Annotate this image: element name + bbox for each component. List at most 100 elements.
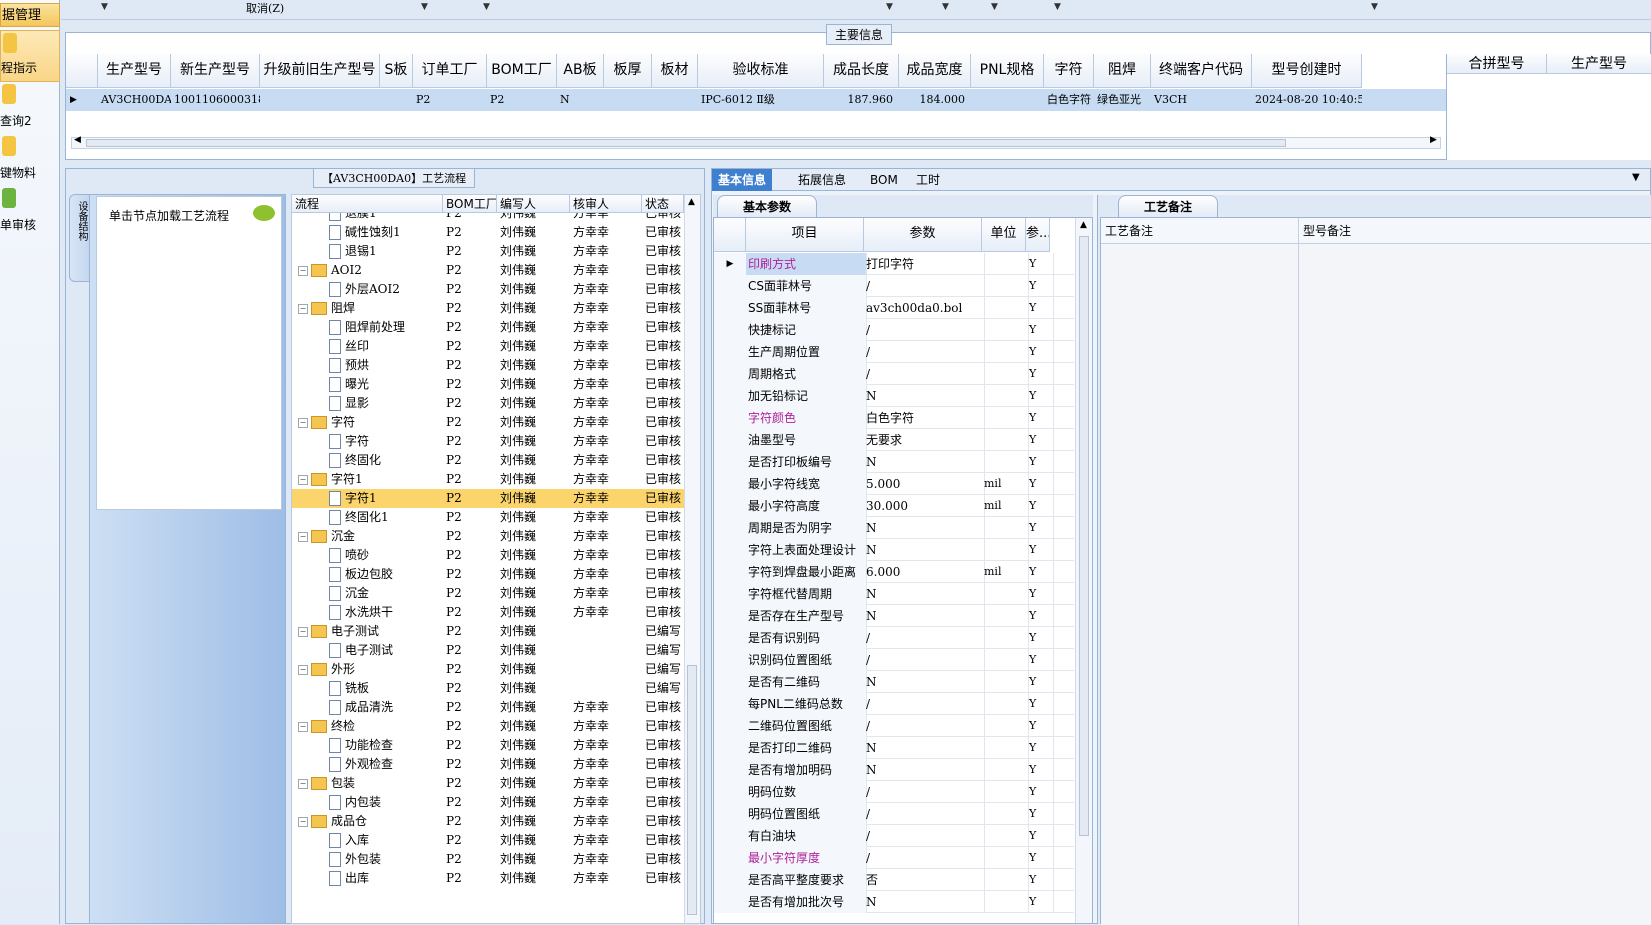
process-remark-textarea[interactable] xyxy=(1101,244,1299,925)
row-selector[interactable] xyxy=(714,473,747,495)
param-value[interactable]: / xyxy=(864,649,985,671)
column-header[interactable]: 型号创建时 xyxy=(1252,54,1362,88)
column-header[interactable]: BOM工厂 xyxy=(487,54,557,88)
row-selector[interactable] xyxy=(714,451,747,473)
scroll-left-icon[interactable]: ◀ xyxy=(74,135,81,145)
param-value[interactable]: N xyxy=(864,737,985,759)
tree-node[interactable]: −字符1 xyxy=(292,489,443,508)
param-value[interactable]: / xyxy=(864,825,985,847)
tree-row[interactable]: −退膜1P2 刘伟巍 方幸幸 已审核 xyxy=(292,213,684,223)
param-value[interactable]: N xyxy=(864,451,985,473)
main-info-row[interactable]: ▶ AV3CH00DA010011060003181 P2 P2 N IPC-6012 Ⅱ… xyxy=(66,89,1446,111)
collapse-toggle-icon[interactable]: − xyxy=(298,816,308,827)
tree-node[interactable]: −预烘 xyxy=(292,356,443,375)
param-row[interactable]: 最小字符高度 30.000 mil Y xyxy=(714,495,1074,517)
tree-node[interactable]: −曝光 xyxy=(292,375,443,394)
tree-node[interactable]: −外观检查 xyxy=(292,755,443,774)
tree-row[interactable]: −功能检查P2 刘伟巍 方幸幸 已审核 xyxy=(292,736,684,755)
param-value[interactable]: N xyxy=(864,539,985,561)
row-selector[interactable] xyxy=(714,583,747,605)
dropdown-arrow-icon[interactable]: ▼ xyxy=(1054,2,1061,12)
tree-row[interactable]: −曝光P2 刘伟巍 方幸幸 已审核 xyxy=(292,375,684,394)
param-value[interactable]: N xyxy=(864,385,985,407)
tree-row[interactable]: −外包装P2 刘伟巍 方幸幸 已审核 xyxy=(292,850,684,869)
tree-node[interactable]: −板边包胶 xyxy=(292,565,443,584)
tree-row[interactable]: − 沉金 P2 刘伟巍 方幸幸 已审核 xyxy=(292,527,684,546)
tree-node[interactable]: −喷砂 xyxy=(292,546,443,565)
tree-node[interactable]: − AOI2 xyxy=(292,261,443,280)
dropdown-arrow-icon[interactable]: ▼ xyxy=(421,2,428,12)
tree-row[interactable]: −阻焊前处理P2 刘伟巍 方幸幸 已审核 xyxy=(292,318,684,337)
tree-node[interactable]: −显影 xyxy=(292,394,443,413)
param-value[interactable]: 打印字符 xyxy=(864,253,985,275)
scrollbar-thumb[interactable] xyxy=(86,139,1286,147)
row-selector[interactable] xyxy=(714,495,747,517)
param-row[interactable]: SS面菲林号 av3ch00da0.bol Y xyxy=(714,297,1074,319)
tree-row[interactable]: −内包装P2 刘伟巍 方幸幸 已审核 xyxy=(292,793,684,812)
param-row[interactable]: 字符上表面处理设计 N Y xyxy=(714,539,1074,561)
tree-node[interactable]: −字符 xyxy=(292,432,443,451)
dropdown-arrow-icon[interactable]: ▼ xyxy=(483,2,490,12)
tree-node[interactable]: −字符 xyxy=(292,413,443,432)
tree-row[interactable]: − 外形 P2 刘伟巍 已编写 xyxy=(292,660,684,679)
row-selector[interactable] xyxy=(714,649,747,671)
cancel-button[interactable]: 取消(Z) xyxy=(246,0,284,16)
row-selector[interactable] xyxy=(714,297,747,319)
param-value[interactable]: 5.000 xyxy=(864,473,985,495)
param-row[interactable]: 是否有二维码 N Y xyxy=(714,671,1074,693)
collapse-toggle-icon[interactable]: − xyxy=(298,303,308,314)
param-value[interactable]: / xyxy=(864,341,985,363)
param-value[interactable]: N xyxy=(864,671,985,693)
column-header[interactable]: 成品宽度 xyxy=(899,54,971,88)
tree-row[interactable]: −外观检查P2 刘伟巍 方幸幸 已审核 xyxy=(292,755,684,774)
detail-tab[interactable]: 拓展信息 xyxy=(792,169,852,191)
collapse-toggle-icon[interactable]: − xyxy=(298,265,308,276)
tree-row[interactable]: − 终检 P2 刘伟巍 方幸幸 已审核 xyxy=(292,717,684,736)
param-row[interactable]: 字符颜色 白色字符 Y xyxy=(714,407,1074,429)
param-row[interactable]: 明码位置图纸 / Y xyxy=(714,803,1074,825)
param-value[interactable]: / xyxy=(864,363,985,385)
tree-row[interactable]: − 阻焊 P2 刘伟巍 方幸幸 已审核 xyxy=(292,299,684,318)
tree-row[interactable]: −板边包胶P2 刘伟巍 方幸幸 已审核 xyxy=(292,565,684,584)
nav-item[interactable]: 单审核 xyxy=(0,186,60,238)
param-row[interactable]: 有白油块 / Y xyxy=(714,825,1074,847)
scroll-right-icon[interactable]: ▶ xyxy=(1430,135,1437,145)
param-row[interactable]: 明码位数 / Y xyxy=(714,781,1074,803)
column-header[interactable]: AB板 xyxy=(557,54,604,88)
param-row[interactable]: 周期格式 / Y xyxy=(714,363,1074,385)
tree-node[interactable]: −阻焊前处理 xyxy=(292,318,443,337)
tree-row[interactable]: − 电子测试 P2 刘伟巍 已编写 xyxy=(292,622,684,641)
tree-row[interactable]: −终固化P2 刘伟巍 方幸幸 已审核 xyxy=(292,451,684,470)
tree-vertical-scrollbar[interactable]: ▲ xyxy=(684,195,700,923)
param-row[interactable]: 是否存在生产型号 N Y xyxy=(714,605,1074,627)
row-selector[interactable] xyxy=(714,517,747,539)
column-header[interactable]: 新生产型号 xyxy=(171,54,260,88)
row-selector[interactable] xyxy=(714,693,747,715)
row-selector[interactable] xyxy=(714,341,747,363)
param-row[interactable]: 是否打印二维码 N Y xyxy=(714,737,1074,759)
column-header[interactable]: 阻焊 xyxy=(1094,54,1151,88)
tree-node[interactable]: − 沉金 xyxy=(292,527,443,546)
row-selector[interactable] xyxy=(714,385,747,407)
row-selector[interactable] xyxy=(714,715,747,737)
param-row[interactable]: CS面菲林号 / Y xyxy=(714,275,1074,297)
nav-header[interactable]: 据管理 xyxy=(0,3,60,27)
row-selector[interactable] xyxy=(714,759,747,781)
column-header[interactable]: 流程 xyxy=(292,195,443,213)
row-selector[interactable] xyxy=(714,781,747,803)
tree-node[interactable]: − 外形 xyxy=(292,660,443,679)
tree-node[interactable]: −退膜1 xyxy=(292,213,443,223)
row-selector[interactable] xyxy=(714,869,747,891)
param-row[interactable]: 快捷标记 / Y xyxy=(714,319,1074,341)
tree-row[interactable]: −外层AOI2P2 刘伟巍 方幸幸 已审核 xyxy=(292,280,684,299)
row-selector[interactable] xyxy=(714,605,747,627)
tree-row[interactable]: −字符P2刘伟巍方幸幸已审核 xyxy=(292,413,684,432)
param-value[interactable]: / xyxy=(864,275,985,297)
param-row[interactable]: 加无铅标记 N Y xyxy=(714,385,1074,407)
column-header[interactable]: 验收标准 xyxy=(698,54,824,88)
tree-node[interactable]: − 包装 xyxy=(292,774,443,793)
nav-item[interactable]: 程指示 xyxy=(0,30,60,82)
tree-row[interactable]: −字符1P2 刘伟巍 方幸幸 已审核 xyxy=(292,489,684,508)
tree-row[interactable]: −字符P2刘伟巍方幸幸已审核 xyxy=(292,432,684,451)
tabs-dropdown-icon[interactable]: ▼ xyxy=(1632,172,1640,183)
